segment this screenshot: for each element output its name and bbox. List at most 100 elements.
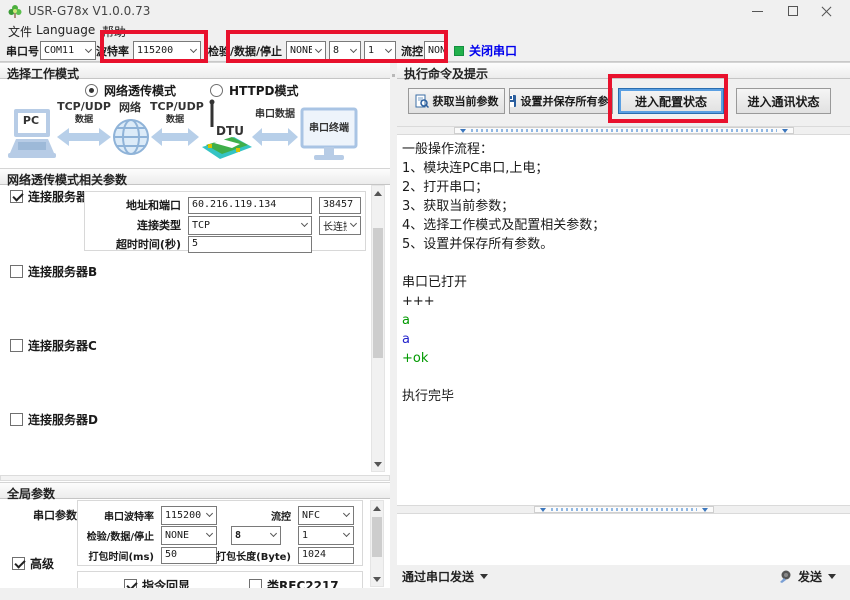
- send-button[interactable]: 发送: [778, 568, 836, 585]
- save-params-button[interactable]: 设置并保存所有参数: [509, 88, 613, 114]
- com-port-select[interactable]: COM11: [40, 41, 96, 60]
- log-line: 执行完毕: [402, 387, 850, 406]
- enter-comm-button[interactable]: 进入通讯状态: [736, 88, 831, 114]
- double-arrow-icon: [151, 127, 199, 150]
- close-button[interactable]: [810, 0, 844, 22]
- enter-comm-label: 进入通讯状态: [747, 93, 819, 110]
- send-pen-icon: [778, 570, 792, 584]
- send-bar: 通过串口发送 发送: [397, 565, 850, 588]
- global-baud-select[interactable]: 115200: [161, 506, 217, 525]
- tcp-udp-label-1: TCP/UDP 数据: [57, 101, 111, 126]
- echo-checkbox[interactable]: 指令回显: [124, 577, 190, 588]
- log-line: 3、获取当前参数；: [402, 197, 850, 216]
- send-input-area[interactable]: [397, 514, 850, 565]
- minimize-icon: [752, 11, 763, 12]
- server-a-address-input[interactable]: 60.216.119.134: [188, 197, 312, 214]
- chevron-down-icon: [82, 42, 95, 59]
- dropdown-arrow-icon: [828, 574, 836, 579]
- server-a-port-input[interactable]: 38457: [319, 197, 361, 214]
- right-panel: 执行命令及提示 获取当前参数 设置并保存所有参数 进入配置状态: [397, 62, 850, 588]
- rfc2217-checkbox[interactable]: 类RFC2217: [249, 577, 339, 588]
- work-mode-header: 选择工作模式: [0, 62, 390, 79]
- titlebar: USR-G78x V1.0.0.73: [0, 0, 850, 22]
- get-params-label: 获取当前参数: [433, 93, 499, 109]
- dtu-label: DTU: [212, 125, 248, 137]
- chevron-down-icon: [267, 527, 280, 544]
- send-via-serial-label: 通过串口发送: [402, 568, 474, 585]
- log-output: 一般操作流程： 1、模块连PC串口,上电； 2、打开串口； 3、获取当前参数； …: [397, 135, 850, 505]
- scroll-down-icon[interactable]: [372, 457, 384, 471]
- httpd-mode-label: HTTPD模式: [229, 82, 298, 99]
- checkbox-unchecked-icon: [10, 265, 23, 278]
- log-top-splitter[interactable]: [397, 126, 850, 135]
- keepalive-select[interactable]: 长连接: [319, 216, 361, 235]
- global-flow-value: NFC: [299, 510, 340, 521]
- log-line: 2、打开串口；: [402, 178, 850, 197]
- log-line: 5、设置并保存所有参数。: [402, 235, 850, 254]
- timeout-label: 超时时间(秒): [85, 236, 181, 252]
- packtime-input[interactable]: 50: [161, 547, 217, 564]
- chevron-down-icon: [340, 527, 353, 544]
- serial-params-label: 串口参数: [33, 507, 77, 523]
- radio-transparent-mode[interactable]: 网络透传模式: [85, 82, 176, 99]
- server-c-label: 连接服务器C: [28, 337, 97, 354]
- left-panel: 选择工作模式 网络透传模式 HTTPD模式 P: [0, 62, 390, 588]
- globe-icon: [113, 114, 149, 163]
- maximize-button[interactable]: [776, 0, 810, 22]
- splitter-gripper[interactable]: [534, 506, 714, 513]
- collapse-arrow-icon: [782, 129, 788, 133]
- scroll-down-icon[interactable]: [371, 572, 383, 586]
- timeout-input[interactable]: 5: [188, 236, 312, 253]
- global-flow-label: 流控: [271, 508, 291, 523]
- vertical-splitter[interactable]: [390, 62, 397, 588]
- server-d-checkbox[interactable]: 连接服务器D: [10, 411, 98, 428]
- global-baud-value: 115200: [162, 510, 203, 521]
- annotation-rect-enter-config: [608, 74, 728, 123]
- global-params-header: 全局参数: [0, 482, 390, 499]
- send-label: 发送: [798, 568, 822, 585]
- splitter-gripper[interactable]: [454, 127, 794, 134]
- checkbox-checked-icon: [10, 190, 23, 203]
- log-line: a: [402, 330, 850, 349]
- global-area-scrollbar[interactable]: [370, 500, 384, 587]
- pc-label: PC: [6, 115, 56, 127]
- log-line: 一般操作流程：: [402, 140, 850, 159]
- scrollbar-thumb[interactable]: [373, 228, 383, 358]
- tcp-udp-line2: 数据: [166, 114, 184, 125]
- serial-params-groupbox: 串口波特率 115200 流控 NFC 检验/数据/停止: [77, 500, 363, 566]
- radio-httpd-mode[interactable]: HTTPD模式: [210, 82, 298, 99]
- echo-label: 指令回显: [142, 577, 190, 588]
- collapse-arrow-icon: [460, 129, 466, 133]
- global-flow-select[interactable]: NFC: [298, 506, 354, 525]
- menu-language[interactable]: Language: [36, 23, 95, 37]
- advanced-checkbox[interactable]: 高级: [12, 555, 54, 572]
- checkbox-unchecked-icon: [10, 413, 23, 426]
- server-b-checkbox[interactable]: 连接服务器B: [10, 263, 97, 280]
- global-stopbits-select[interactable]: 1: [298, 526, 354, 545]
- scrollbar-thumb[interactable]: [372, 517, 382, 557]
- minimize-button[interactable]: [740, 0, 774, 22]
- scroll-up-icon[interactable]: [372, 186, 384, 200]
- checkbox-checked-icon: [12, 557, 25, 570]
- advanced-groupbox: 指令回显 类RFC2217: [77, 571, 363, 588]
- global-databits-select[interactable]: 8: [231, 526, 281, 545]
- global-parity-select[interactable]: NONE: [161, 526, 217, 545]
- global-baud-label: 串口波特率: [78, 508, 154, 523]
- port-open-status-icon: [454, 46, 464, 56]
- global-parity-value: NONE: [162, 530, 203, 541]
- packlen-input[interactable]: 1024: [298, 547, 354, 564]
- scroll-up-icon[interactable]: [371, 501, 383, 515]
- server-area-scrollbar[interactable]: [371, 185, 385, 472]
- close-serial-port-button[interactable]: 关闭串口: [454, 42, 517, 59]
- transparent-params-header: 网络透传模式相关参数: [0, 168, 390, 185]
- log-line: 串口已打开: [402, 273, 850, 292]
- get-params-button[interactable]: 获取当前参数: [408, 88, 505, 114]
- tcp-udp-line2: 数据: [75, 114, 93, 125]
- send-via-serial-dropdown[interactable]: 通过串口发送: [402, 568, 488, 585]
- tcp-udp-line1: TCP/UDP: [57, 100, 111, 113]
- window-title: USR-G78x V1.0.0.73: [28, 4, 150, 18]
- server-c-checkbox[interactable]: 连接服务器C: [10, 337, 97, 354]
- send-top-splitter[interactable]: [397, 505, 850, 514]
- server-b-label: 连接服务器B: [28, 263, 97, 280]
- conn-type-select[interactable]: TCP: [188, 216, 312, 235]
